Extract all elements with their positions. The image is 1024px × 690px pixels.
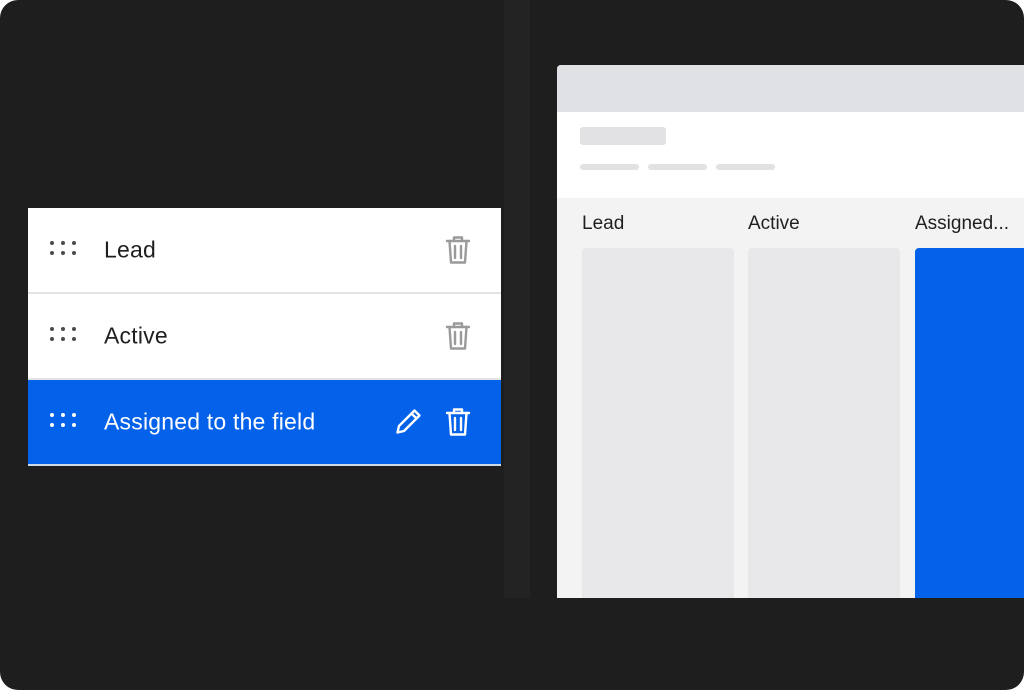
status-row-assigned[interactable]: Assigned to the field (28, 380, 501, 466)
pencil-icon[interactable] (394, 406, 424, 438)
preview-title-bar (557, 65, 1024, 112)
board-column-lead (582, 248, 734, 598)
trash-icon[interactable] (443, 234, 473, 266)
trash-icon[interactable] (443, 320, 473, 352)
status-list: Lead Active Assigned to the field (28, 208, 501, 466)
status-row-active[interactable]: Active (28, 294, 501, 380)
tab-placeholder (716, 164, 775, 170)
title-placeholder (580, 127, 666, 145)
preview-header (557, 112, 1024, 198)
status-label: Assigned to the field (104, 408, 316, 435)
trash-icon[interactable] (443, 406, 473, 438)
column-title-lead: Lead (582, 213, 625, 234)
tab-placeholder (648, 164, 707, 170)
drag-handle-icon[interactable] (48, 327, 80, 345)
board-column-active (748, 248, 900, 598)
tab-placeholder (580, 164, 639, 170)
status-row-lead[interactable]: Lead (28, 208, 501, 294)
panel-divider (504, 0, 530, 598)
status-label: Active (104, 322, 168, 349)
column-title-assigned: Assigned... (915, 213, 1009, 234)
drag-handle-icon[interactable] (48, 413, 80, 431)
drag-handle-icon[interactable] (48, 241, 80, 259)
status-label: Lead (104, 236, 156, 263)
column-title-active: Active (748, 213, 800, 234)
board-preview: Lead Active Assigned... (557, 65, 1024, 598)
app-canvas: Lead Active Assigned to the field Lead A… (0, 0, 1024, 690)
board-column-assigned (915, 248, 1024, 598)
